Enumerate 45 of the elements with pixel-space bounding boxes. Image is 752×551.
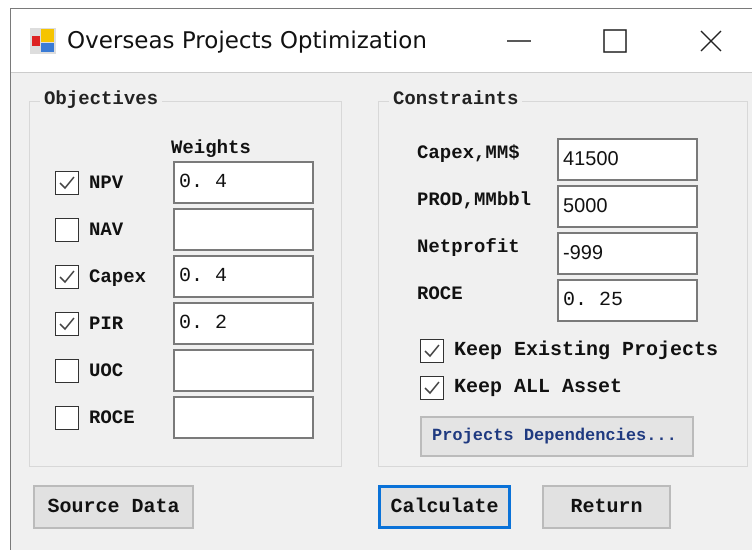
constraint-field[interactable]: 5000 [557, 185, 698, 228]
dialog-button[interactable]: Source Data [33, 485, 194, 529]
weight-field[interactable]: 0. 4 [173, 161, 314, 204]
checkbox[interactable] [55, 406, 79, 430]
weight-field[interactable] [173, 208, 314, 251]
checkbox[interactable] [55, 170, 79, 194]
window-title: Overseas Projects Optimization [67, 28, 428, 54]
field-label: Netprofit [417, 235, 521, 258]
weight-field[interactable]: 0. 4 [173, 255, 314, 298]
weight-field[interactable] [173, 396, 314, 439]
maximize-icon[interactable] [602, 28, 628, 54]
checkbox-label: NAV [89, 218, 124, 240]
checkbox[interactable] [55, 312, 79, 336]
checkbox[interactable] [420, 338, 444, 362]
dialog-button[interactable]: Return [542, 485, 671, 529]
checkbox[interactable] [55, 358, 79, 382]
field-label: ROCE [417, 282, 464, 305]
checkbox-label: Keep Existing Projects [454, 339, 718, 362]
close-icon[interactable] [698, 28, 724, 54]
constraint-field[interactable]: 41500 [557, 138, 698, 181]
constraint-field[interactable]: -999 [557, 232, 698, 275]
checkbox-label: PIR [89, 312, 124, 334]
column-label: Weights [171, 137, 252, 159]
checkbox-label: NPV [89, 172, 124, 194]
checkbox-label: ROCE [89, 406, 136, 428]
constraint-field[interactable]: 0. 25 [557, 279, 698, 322]
weight-field[interactable]: 0. 2 [173, 302, 314, 345]
check-icon [58, 174, 76, 192]
dependencies-button[interactable]: Projects Dependencies... [420, 416, 694, 457]
field-label: PROD,MMbbl [417, 188, 532, 211]
checkbox-label: Keep ALL Asset [454, 376, 622, 399]
field-label: Capex,MM$ [417, 141, 521, 164]
checkbox-label: Capex [89, 266, 148, 288]
weight-field[interactable] [173, 349, 314, 392]
dialog-button[interactable]: Calculate [378, 485, 511, 529]
check-icon [423, 342, 441, 360]
app-icon [29, 26, 57, 54]
checkbox[interactable] [420, 376, 444, 400]
check-icon [58, 268, 76, 286]
checkbox-label: UOC [89, 360, 124, 382]
checkbox[interactable] [55, 218, 79, 242]
check-icon [423, 378, 441, 396]
checkbox[interactable] [55, 264, 79, 288]
group-title: Objectives [40, 88, 162, 110]
check-icon [58, 314, 76, 332]
